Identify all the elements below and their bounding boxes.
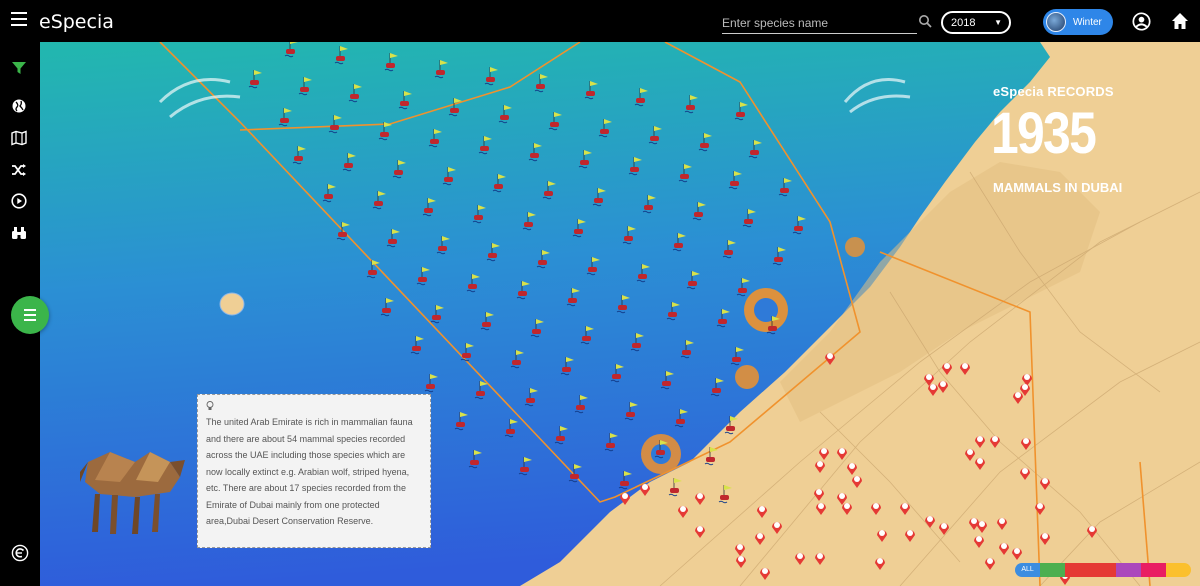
home-icon[interactable] [1171,12,1189,30]
dropdown-caret-icon: ▼ [994,18,1002,27]
app-title: eSpecia [39,11,114,33]
filter-icon[interactable] [11,60,27,76]
map-icon[interactable] [11,130,27,146]
category-legend: ALL [1015,563,1191,577]
menu-icon[interactable] [11,12,27,26]
legend-category-button[interactable] [1040,563,1066,577]
legend-category-button[interactable] [1140,563,1166,577]
records-count: 1935 [991,101,1097,166]
globe-icon [1046,12,1066,32]
legend-category-button[interactable] [1115,563,1141,577]
season-button[interactable]: Winter [1043,9,1113,35]
top-bar: eSpecia 2018 ▼ Winter [0,0,1200,42]
lightbulb-icon [206,401,214,410]
especia-logo-icon [11,544,29,562]
season-label: Winter [1073,17,1102,28]
legend-category-button[interactable] [1090,563,1116,577]
island [219,292,245,316]
records-label: eSpecia RECORDS [993,84,1114,99]
info-text: The united Arab Emirate is rich in mamma… [206,417,413,526]
legend-category-button[interactable] [1165,563,1191,577]
year-value: 2018 [951,17,976,29]
user-icon[interactable] [1132,12,1151,31]
year-select[interactable]: 2018 ▼ [941,11,1011,34]
info-panel: The united Arab Emirate is rich in mamma… [197,394,431,548]
records-subtitle: MAMMALS IN DUBAI [993,180,1123,195]
legend-category-button[interactable] [1065,563,1091,577]
layers-fab-button[interactable] [11,296,49,334]
legend-all-button[interactable]: ALL [1015,563,1041,577]
play-icon[interactable] [11,193,27,209]
search-icon[interactable] [918,14,932,28]
binoculars-icon[interactable] [11,225,27,241]
shuffle-icon[interactable] [11,162,27,178]
species-search-input[interactable] [722,12,917,34]
globe-nav-icon[interactable] [11,98,27,114]
map-view[interactable]: eSpecia RECORDS 1935 MAMMALS IN DUBAI Th… [40,42,1200,586]
